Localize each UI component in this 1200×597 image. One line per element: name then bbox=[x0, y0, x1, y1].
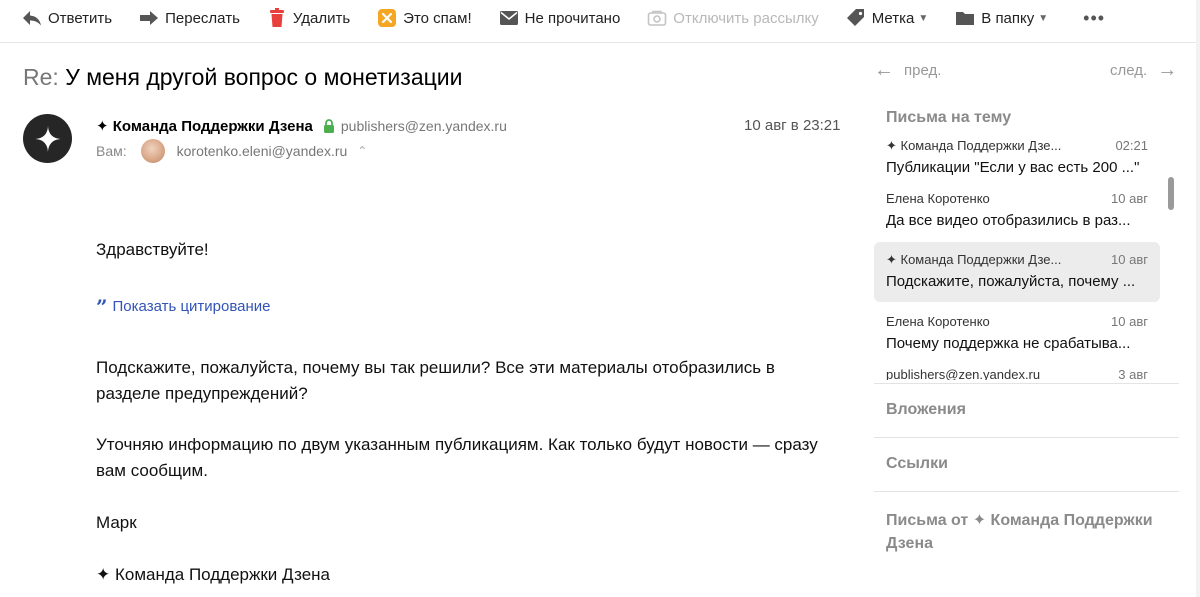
thread-item-snippet: Да все видео отобразились в раз... bbox=[886, 212, 1131, 229]
sender-letters-line: Письма от ✦ Команда Поддержки bbox=[886, 512, 1153, 529]
thread-item-from: ✦ Команда Поддержки Дзе... bbox=[886, 252, 1062, 267]
greeting-text: Здравствуйте! bbox=[96, 240, 209, 259]
thread-item-date: 10 авг bbox=[1111, 314, 1148, 329]
reply-label: Ответить bbox=[48, 9, 113, 27]
lock-icon bbox=[323, 119, 335, 133]
unsubscribe-label: Отключить рассылку bbox=[673, 9, 819, 27]
message-subject: Re: У меня другой вопрос о монетизации bbox=[23, 64, 463, 91]
thread-item-selected[interactable]: ✦ Команда Поддержки Дзе... 10 авг Подска… bbox=[874, 242, 1160, 302]
reply-button[interactable]: Ответить bbox=[22, 0, 112, 36]
spam-icon bbox=[377, 8, 397, 28]
recipient-email[interactable]: korotenko.eleni@yandex.ru bbox=[177, 143, 348, 159]
thread-item-from: ✦ Команда Поддержки Дзе... bbox=[886, 140, 1062, 153]
thread-item-snippet: Публикации "Если у вас есть 200 ..." bbox=[886, 159, 1140, 176]
folder-icon bbox=[955, 8, 975, 28]
thread-item-from: publishers@zen.yandex.ru bbox=[886, 367, 1041, 380]
section-divider bbox=[874, 437, 1179, 438]
chevron-down-icon: ▼ bbox=[1038, 12, 1049, 24]
tag-icon bbox=[846, 8, 866, 28]
message-date: 10 авг в 23:21 bbox=[744, 117, 841, 134]
unsubscribe-button[interactable]: Отключить рассылку bbox=[647, 0, 819, 36]
thread-section-title[interactable]: Письма на тему bbox=[886, 109, 1011, 127]
spam-label: Это спам! bbox=[403, 9, 472, 27]
move-to-folder-label: В папку bbox=[981, 9, 1035, 27]
signature-name: Марк bbox=[96, 513, 137, 532]
to-label: Вам: bbox=[96, 143, 127, 159]
sender-letters-line: Дзена bbox=[886, 535, 933, 552]
subject-text: У меня другой вопрос о монетизации bbox=[65, 64, 463, 90]
chevron-down-icon: ▼ bbox=[918, 12, 929, 24]
sender-name[interactable]: ✦ Команда Поддержки Дзена bbox=[96, 117, 313, 135]
zen-logo-icon bbox=[33, 124, 62, 153]
recipient-avatar bbox=[140, 139, 165, 163]
thread-item[interactable]: Елена Коротенко 10 авг Да все видео отоб… bbox=[874, 181, 1160, 241]
thread-item-from: Елена Коротенко bbox=[886, 314, 990, 329]
body-paragraph: Подскажите, пожалуйста, почему вы так ре… bbox=[96, 358, 775, 403]
next-message-button[interactable]: след. → bbox=[1110, 59, 1177, 82]
window-edge bbox=[1196, 0, 1200, 597]
sender-row: ✦ Команда Поддержки Дзена publishers@zen… bbox=[96, 117, 507, 135]
spam-button[interactable]: Это спам! bbox=[377, 0, 472, 36]
subject-prefix: Re: bbox=[23, 64, 59, 90]
thread-item-date: 3 авг bbox=[1118, 367, 1148, 380]
forward-label: Переслать bbox=[165, 9, 240, 27]
reply-icon bbox=[22, 8, 42, 28]
previous-message-button[interactable]: ← пред. bbox=[874, 59, 941, 82]
trash-icon bbox=[267, 8, 287, 28]
thread-item[interactable]: publishers@zen.yandex.ru 3 авг bbox=[874, 357, 1160, 380]
toolbar: Ответить Переслать Удалить Это спам! Не … bbox=[0, 0, 1200, 36]
thread-item-date: 02:21 bbox=[1115, 140, 1148, 153]
previous-label: пред. bbox=[904, 62, 942, 79]
unsubscribe-icon bbox=[647, 8, 667, 28]
signature-team: ✦ Команда Поддержки Дзена bbox=[96, 565, 331, 584]
more-icon[interactable]: ••• bbox=[1083, 0, 1105, 36]
section-divider bbox=[874, 491, 1179, 492]
attachments-section[interactable]: Вложения bbox=[886, 401, 966, 419]
thread-list: ✦ Команда Поддержки Дзе... 02:21 Публика… bbox=[874, 140, 1164, 380]
chevron-up-icon[interactable]: ⌃ bbox=[357, 144, 367, 158]
thread-item[interactable]: Елена Коротенко 10 авг Почему поддержка … bbox=[874, 304, 1160, 364]
thread-item-date: 10 авг bbox=[1111, 252, 1148, 267]
quote-icon: ” bbox=[96, 294, 108, 319]
arrow-right-icon: → bbox=[1157, 59, 1178, 81]
sender-email[interactable]: publishers@zen.yandex.ru bbox=[341, 118, 507, 134]
sender-letters-section[interactable]: Письма от ✦ Команда Поддержки Дзена bbox=[886, 509, 1153, 555]
thread-item-date: 10 авг bbox=[1111, 191, 1148, 206]
mark-unread-button[interactable]: Не прочитано bbox=[499, 0, 621, 36]
recipients-row: Вам: korotenko.eleni@yandex.ru ⌃ bbox=[96, 139, 367, 163]
label-button[interactable]: Метка ▼ bbox=[846, 0, 929, 36]
delete-button[interactable]: Удалить bbox=[267, 0, 350, 36]
thread-item-from: Елена Коротенко bbox=[886, 191, 990, 206]
toolbar-divider bbox=[0, 42, 1196, 43]
sender-avatar[interactable] bbox=[23, 114, 72, 163]
forward-button[interactable]: Переслать bbox=[139, 0, 240, 36]
envelope-icon bbox=[499, 8, 519, 28]
delete-label: Удалить bbox=[292, 9, 351, 27]
forward-arrow-icon bbox=[139, 8, 159, 28]
section-divider bbox=[874, 383, 1179, 384]
next-label: след. bbox=[1110, 62, 1148, 79]
thread-item-snippet: Подскажите, пожалуйста, почему ... bbox=[886, 273, 1136, 290]
arrow-left-icon: ← bbox=[874, 59, 894, 81]
body-paragraph: Уточняю информацию по двум указанным пуб… bbox=[96, 435, 818, 480]
thread-item-snippet: Почему поддержка не срабатыва... bbox=[886, 335, 1131, 352]
label-label: Метка bbox=[871, 9, 915, 27]
show-quote-label: Показать цитирование bbox=[112, 298, 271, 315]
show-quote-link[interactable]: ” Показать цитирование bbox=[96, 294, 271, 319]
thread-list-scrollbar[interactable] bbox=[1168, 177, 1174, 210]
move-to-folder-button[interactable]: В папку ▼ bbox=[955, 0, 1048, 36]
mark-unread-label: Не прочитано bbox=[524, 9, 621, 27]
links-section[interactable]: Ссылки bbox=[886, 455, 948, 473]
